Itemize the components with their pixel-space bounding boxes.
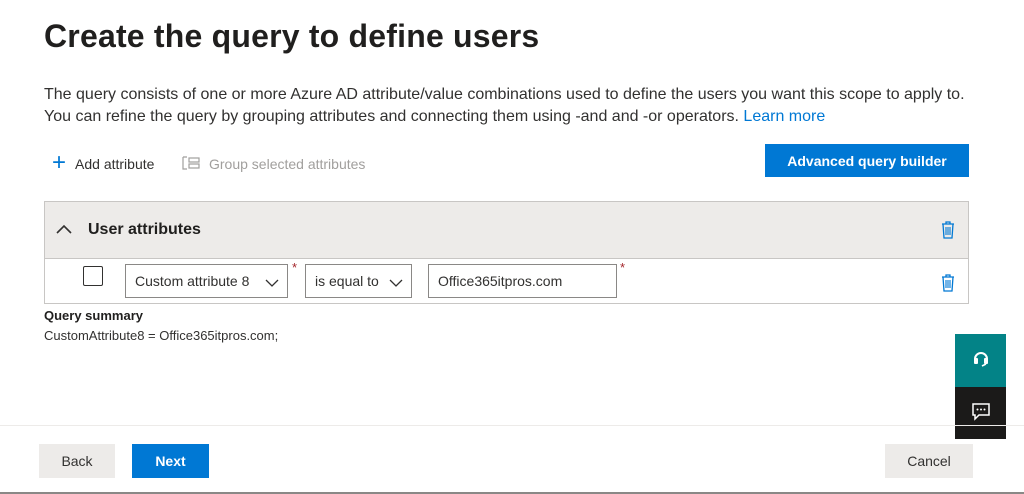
learn-more-link[interactable]: Learn more bbox=[743, 108, 825, 125]
group-title: User attributes bbox=[88, 221, 201, 238]
operator-dropdown-value: is equal to bbox=[315, 273, 379, 289]
chevron-up-icon[interactable] bbox=[55, 222, 73, 240]
group-header: User attributes bbox=[45, 202, 968, 259]
advanced-query-builder-button[interactable]: Advanced query builder bbox=[765, 144, 969, 177]
required-marker: * bbox=[620, 260, 626, 275]
add-attribute-button[interactable]: + Add attribute bbox=[52, 149, 155, 176]
group-selected-label: Group selected attributes bbox=[209, 156, 366, 172]
query-summary-text: CustomAttribute8 = Office365itpros.com; bbox=[44, 328, 279, 343]
user-attributes-group: User attributes Custom attribute 8 * is … bbox=[44, 201, 969, 304]
attribute-dropdown-value: Custom attribute 8 bbox=[135, 273, 250, 289]
required-marker: * bbox=[292, 260, 298, 275]
group-selected-attributes-button[interactable]: Group selected attributes bbox=[182, 152, 365, 176]
footer-divider bbox=[0, 425, 1024, 426]
description-text: The query consists of one or more Azure … bbox=[44, 86, 965, 125]
cancel-button[interactable]: Cancel bbox=[885, 444, 973, 478]
delete-group-icon[interactable] bbox=[941, 221, 955, 244]
row-select-checkbox[interactable] bbox=[83, 266, 103, 286]
feedback-button[interactable] bbox=[955, 387, 1006, 439]
chevron-down-icon bbox=[389, 275, 403, 291]
value-input[interactable] bbox=[428, 264, 617, 298]
headset-icon bbox=[971, 348, 991, 373]
page-description: The query consists of one or more Azure … bbox=[44, 84, 974, 128]
chat-icon bbox=[971, 401, 991, 426]
chevron-down-icon bbox=[265, 275, 279, 291]
add-attribute-label: Add attribute bbox=[75, 156, 155, 172]
back-button[interactable]: Back bbox=[39, 444, 115, 478]
support-button[interactable] bbox=[955, 334, 1006, 387]
next-button[interactable]: Next bbox=[132, 444, 209, 478]
group-icon bbox=[182, 155, 200, 173]
page-title: Create the query to define users bbox=[44, 18, 540, 54]
query-summary-title: Query summary bbox=[44, 308, 143, 323]
delete-row-icon[interactable] bbox=[941, 274, 955, 297]
attribute-dropdown[interactable]: Custom attribute 8 bbox=[125, 264, 288, 298]
plus-icon: + bbox=[52, 149, 67, 176]
operator-dropdown[interactable]: is equal to bbox=[305, 264, 412, 298]
